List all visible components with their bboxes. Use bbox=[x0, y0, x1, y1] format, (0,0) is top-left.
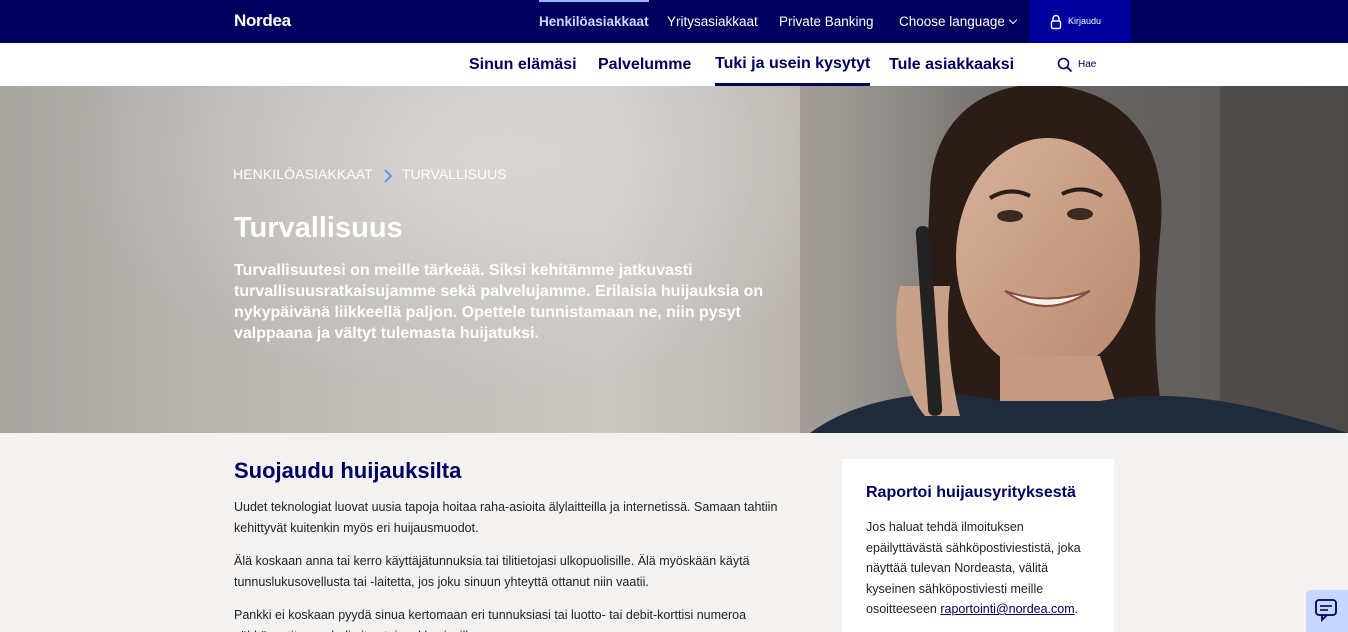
subnav-sinun-elamasi[interactable]: Sinun elämäsi bbox=[469, 43, 577, 86]
breadcrumb-current: TURVALLISUUS bbox=[402, 166, 507, 182]
top-bar: Nordea Henkilöasiakkaat Yritysasiakkaat … bbox=[0, 0, 1348, 43]
section-heading: Suojaudu huijauksilta bbox=[234, 458, 462, 483]
report-email-link[interactable]: raportointi@nordea.com bbox=[940, 602, 1074, 616]
chat-button[interactable] bbox=[1306, 590, 1348, 632]
search-icon[interactable] bbox=[1057, 57, 1073, 73]
chevron-down-icon bbox=[1008, 15, 1018, 25]
subnav-tuki[interactable]: Tuki ja usein kysytyt bbox=[715, 43, 871, 86]
nordea-logo[interactable]: Nordea bbox=[234, 11, 291, 31]
nav-yritysasiakkaat[interactable]: Yritysasiakkaat bbox=[667, 0, 758, 43]
subnav-palvelumme[interactable]: Palvelumme bbox=[598, 43, 691, 86]
hero-lead-text: Turvallisuutesi on meille tärkeää. Siksi… bbox=[234, 262, 764, 342]
login-label: Kirjaudu bbox=[1068, 16, 1102, 26]
language-label: Choose language bbox=[899, 14, 1005, 29]
nav-private-banking[interactable]: Private Banking bbox=[779, 0, 874, 43]
card-text: Jos haluat tehdä ilmoituksen epäilyttävä… bbox=[866, 517, 1098, 620]
nav-henkiloasiakkaat[interactable]: Henkilöasiakkaat bbox=[539, 0, 649, 43]
paragraph-1: Uudet teknologiat luovat uusia tapoja ho… bbox=[234, 500, 778, 535]
chat-icon bbox=[1315, 599, 1337, 623]
secondary-nav: Sinun elämäsi Palvelumme Tuki ja usein k… bbox=[0, 43, 1348, 86]
paragraph-3: Pankki ei koskaan pyydä sinua kertomaan … bbox=[234, 608, 747, 632]
report-scam-card: Raportoi huijausyrityksestä Jos haluat t… bbox=[842, 459, 1114, 632]
card-end: . bbox=[1074, 602, 1079, 616]
lock-icon bbox=[1050, 14, 1062, 30]
card-title: Raportoi huijausyrityksestä bbox=[866, 484, 1076, 501]
woman-on-phone-photo bbox=[800, 86, 1348, 433]
hero-banner: HENKILÖASIAKKAAT TURVALLISUUS Turvallisu… bbox=[0, 86, 1348, 433]
subnav-tule-asiakkaaksi[interactable]: Tule asiakkaaksi bbox=[889, 43, 1014, 86]
paragraph-2: Älä koskaan anna tai kerro käyttäjätunnu… bbox=[234, 554, 750, 589]
language-selector[interactable]: Choose language bbox=[899, 0, 1018, 43]
login-button[interactable]: Kirjaudu bbox=[1030, 0, 1130, 43]
breadcrumb-home[interactable]: HENKILÖASIAKKAAT bbox=[233, 166, 373, 182]
chevron-right-icon bbox=[384, 169, 393, 183]
page-title: Turvallisuus bbox=[234, 212, 403, 244]
search-label[interactable]: Hae bbox=[1078, 59, 1096, 70]
